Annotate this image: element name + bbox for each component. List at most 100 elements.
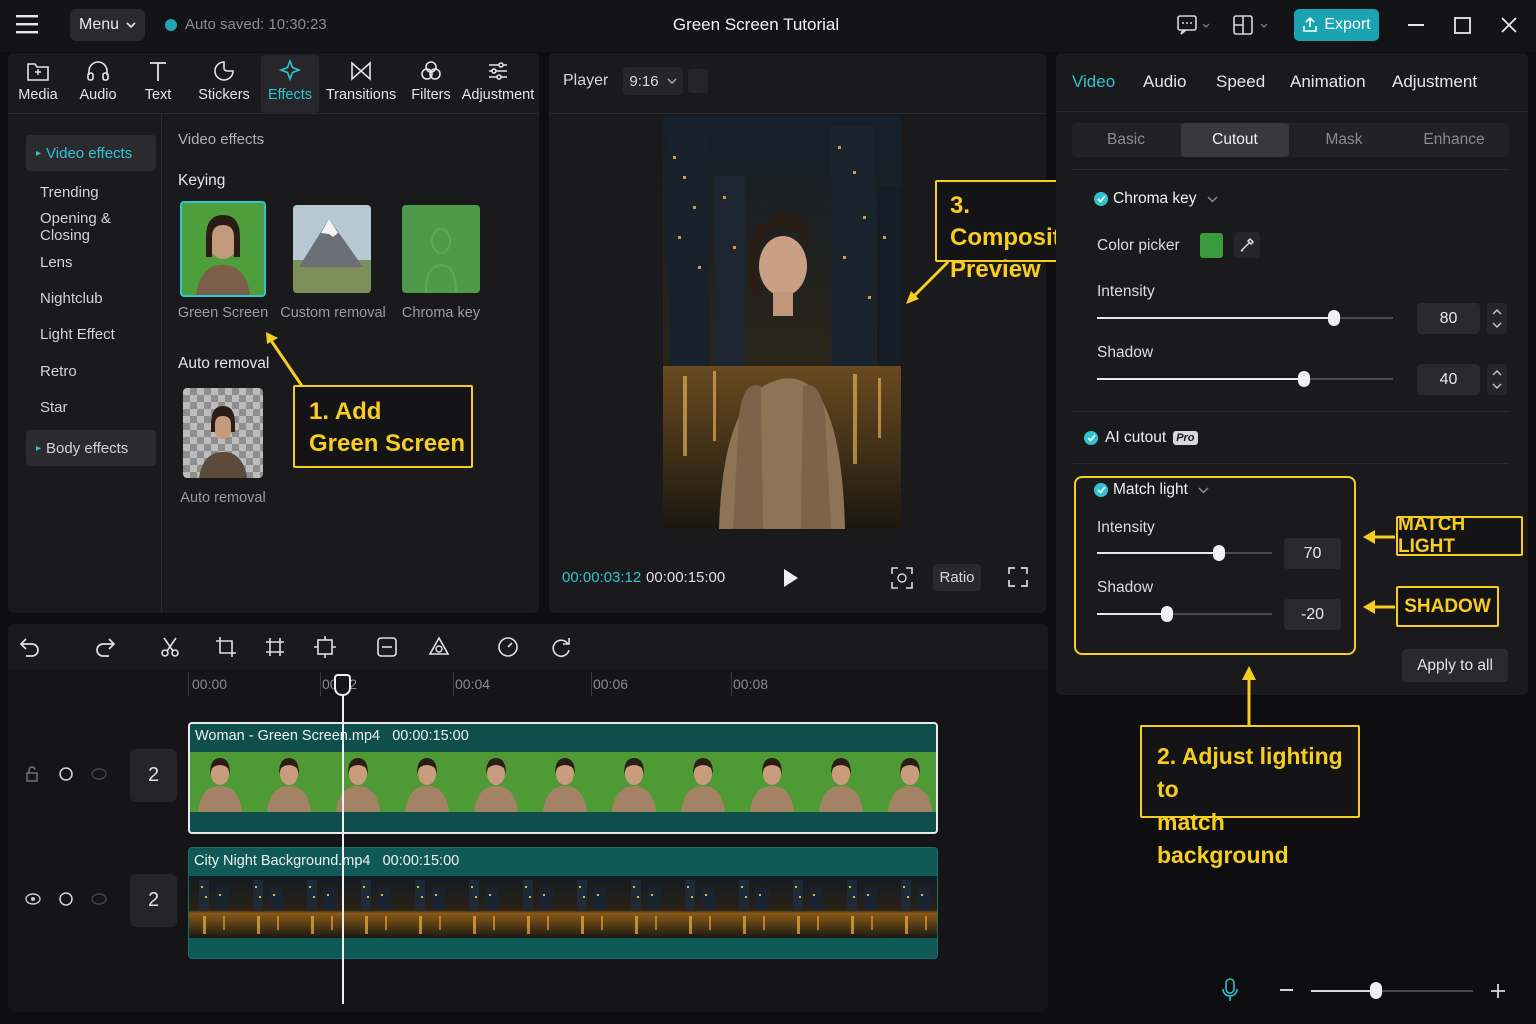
zoom-out-icon[interactable] <box>1280 989 1294 992</box>
category-nightclub[interactable]: Nightclub <box>26 280 156 316</box>
slider-knob[interactable] <box>1298 371 1310 387</box>
playhead[interactable] <box>342 676 344 1004</box>
mute-icon[interactable] <box>90 891 108 907</box>
match-intensity-value[interactable]: 70 <box>1284 538 1341 569</box>
tab-audio[interactable]: Audio <box>70 59 126 113</box>
zoom-knob[interactable] <box>1370 982 1382 999</box>
subtab-cutout[interactable]: Cutout <box>1181 123 1289 157</box>
match-shadow-value[interactable]: -20 <box>1284 599 1341 630</box>
effect-auto-removal-thumb[interactable] <box>183 388 263 478</box>
tab-media[interactable]: Media <box>10 59 66 113</box>
timeline-ruler[interactable]: 00:00 00:02 00:04 00:06 00:08 <box>8 670 1048 700</box>
aspect-ratio-dropdown[interactable]: 9:16 <box>623 67 683 95</box>
visibility-icon[interactable] <box>24 891 42 907</box>
chroma-shadow-value[interactable]: 40 <box>1417 364 1480 395</box>
slider-knob[interactable] <box>1213 545 1225 561</box>
track2-cover-button[interactable]: 2 <box>130 874 177 927</box>
export-label: Export <box>1324 16 1371 33</box>
cutout-thumbnail-image <box>199 406 247 478</box>
feedback-icon[interactable] <box>1176 14 1210 36</box>
crop-right-icon[interactable] <box>264 636 286 658</box>
prop-tab-speed[interactable]: Speed <box>1216 72 1265 92</box>
ai-cutout-toggle[interactable]: AI cutout Pro <box>1084 429 1198 447</box>
mute-icon[interactable] <box>90 766 108 782</box>
tab-text[interactable]: Text <box>130 59 186 113</box>
tab-stickers[interactable]: Stickers <box>194 59 254 113</box>
category-body-effects[interactable]: ▸ Body effects <box>26 430 156 466</box>
zoom-in-icon[interactable] <box>1490 983 1506 999</box>
effect-chroma-key-thumb[interactable] <box>402 205 480 293</box>
minimize-icon[interactable] <box>1408 24 1426 27</box>
close-icon[interactable] <box>1500 16 1518 34</box>
chroma-intensity-value[interactable]: 80 <box>1417 303 1480 334</box>
zoom-slider[interactable] <box>1311 982 1473 1000</box>
play-icon[interactable] <box>783 568 799 588</box>
split-icon[interactable] <box>159 636 181 658</box>
lock-icon[interactable] <box>24 766 40 782</box>
category-light-effect[interactable]: Light Effect <box>26 316 156 352</box>
checkbox-checked-icon[interactable] <box>1094 483 1108 497</box>
subtab-mask[interactable]: Mask <box>1290 123 1398 157</box>
tab-filters[interactable]: Filters <box>404 59 458 113</box>
microphone-icon[interactable] <box>1221 978 1239 1002</box>
player-menu-icon[interactable] <box>688 69 708 93</box>
speed-icon[interactable] <box>497 636 519 658</box>
layout-icon[interactable] <box>1232 14 1268 36</box>
crop-icon[interactable] <box>314 636 336 658</box>
subtab-enhance[interactable]: Enhance <box>1400 123 1508 157</box>
stepper-arrows-icon[interactable] <box>1487 364 1507 395</box>
redo-icon[interactable] <box>94 636 116 658</box>
maximize-icon[interactable] <box>1454 17 1472 35</box>
slider-knob[interactable] <box>1328 310 1340 326</box>
mask-icon[interactable] <box>428 636 450 658</box>
category-lens[interactable]: Lens <box>26 244 156 280</box>
category-video-effects[interactable]: ▸ Video effects <box>26 135 156 171</box>
freeze-frame-icon[interactable] <box>376 636 398 658</box>
audio-toggle-icon[interactable] <box>58 891 74 907</box>
match-shadow-slider[interactable] <box>1097 605 1272 625</box>
undo-icon[interactable] <box>19 636 41 658</box>
tab-transitions[interactable]: Transitions <box>326 59 396 113</box>
chevron-down-icon[interactable] <box>1198 486 1209 494</box>
checkbox-checked-icon[interactable] <box>1094 192 1108 206</box>
reverse-icon[interactable] <box>550 636 572 658</box>
prop-tab-adjustment[interactable]: Adjustment <box>1392 72 1477 92</box>
clip-woman-green-screen[interactable]: Woman - Green Screen.mp4 00:00:15:00 <box>188 722 938 834</box>
category-star[interactable]: Star <box>26 389 156 425</box>
tab-effects[interactable]: Effects <box>261 55 319 113</box>
eyedropper-icon[interactable] <box>1234 232 1260 258</box>
category-retro[interactable]: Retro <box>26 353 156 389</box>
aspect-ratio-value: 9:16 <box>629 72 659 90</box>
color-swatch[interactable] <box>1200 233 1223 258</box>
stepper-arrows-icon[interactable] <box>1487 303 1507 334</box>
chroma-shadow-slider[interactable] <box>1097 370 1393 390</box>
effect-green-screen-thumb[interactable] <box>180 201 266 297</box>
video-preview[interactable] <box>663 116 901 529</box>
tab-adjustment[interactable]: Adjustment <box>460 59 536 113</box>
subtab-basic[interactable]: Basic <box>1072 123 1180 157</box>
checkbox-checked-icon[interactable] <box>1084 431 1098 445</box>
prop-tab-animation[interactable]: Animation <box>1290 72 1366 92</box>
chroma-intensity-slider[interactable] <box>1097 309 1393 329</box>
playhead-handle[interactable] <box>334 674 351 696</box>
prop-tab-video[interactable]: Video <box>1072 72 1115 92</box>
apply-to-all-button[interactable]: Apply to all <box>1402 649 1508 682</box>
match-light-toggle[interactable]: Match light <box>1094 481 1209 499</box>
visibility-icon[interactable] <box>58 766 74 782</box>
chroma-key-toggle[interactable]: Chroma key <box>1094 190 1218 208</box>
match-intensity-slider[interactable] <box>1097 544 1272 564</box>
ratio-button[interactable]: Ratio <box>933 564 981 591</box>
track1-cover-button[interactable]: 2 <box>130 749 177 802</box>
export-button[interactable]: Export <box>1294 9 1379 41</box>
chevron-down-icon[interactable] <box>1207 195 1218 203</box>
clip-city-night-background[interactable]: City Night Background.mp4 00:00:15:00 <box>188 847 938 959</box>
category-trending[interactable]: Trending <box>26 174 156 210</box>
effect-custom-removal-thumb[interactable] <box>293 205 371 293</box>
prop-tab-audio[interactable]: Audio <box>1143 72 1186 92</box>
annotation-arrow-match-light <box>1363 530 1395 544</box>
crop-left-icon[interactable] <box>215 636 237 658</box>
fullscreen-icon[interactable] <box>1008 567 1028 587</box>
slider-knob[interactable] <box>1161 606 1173 622</box>
fit-screen-icon[interactable] <box>891 567 913 589</box>
category-opening-closing[interactable]: Opening & Closing <box>26 209 156 245</box>
